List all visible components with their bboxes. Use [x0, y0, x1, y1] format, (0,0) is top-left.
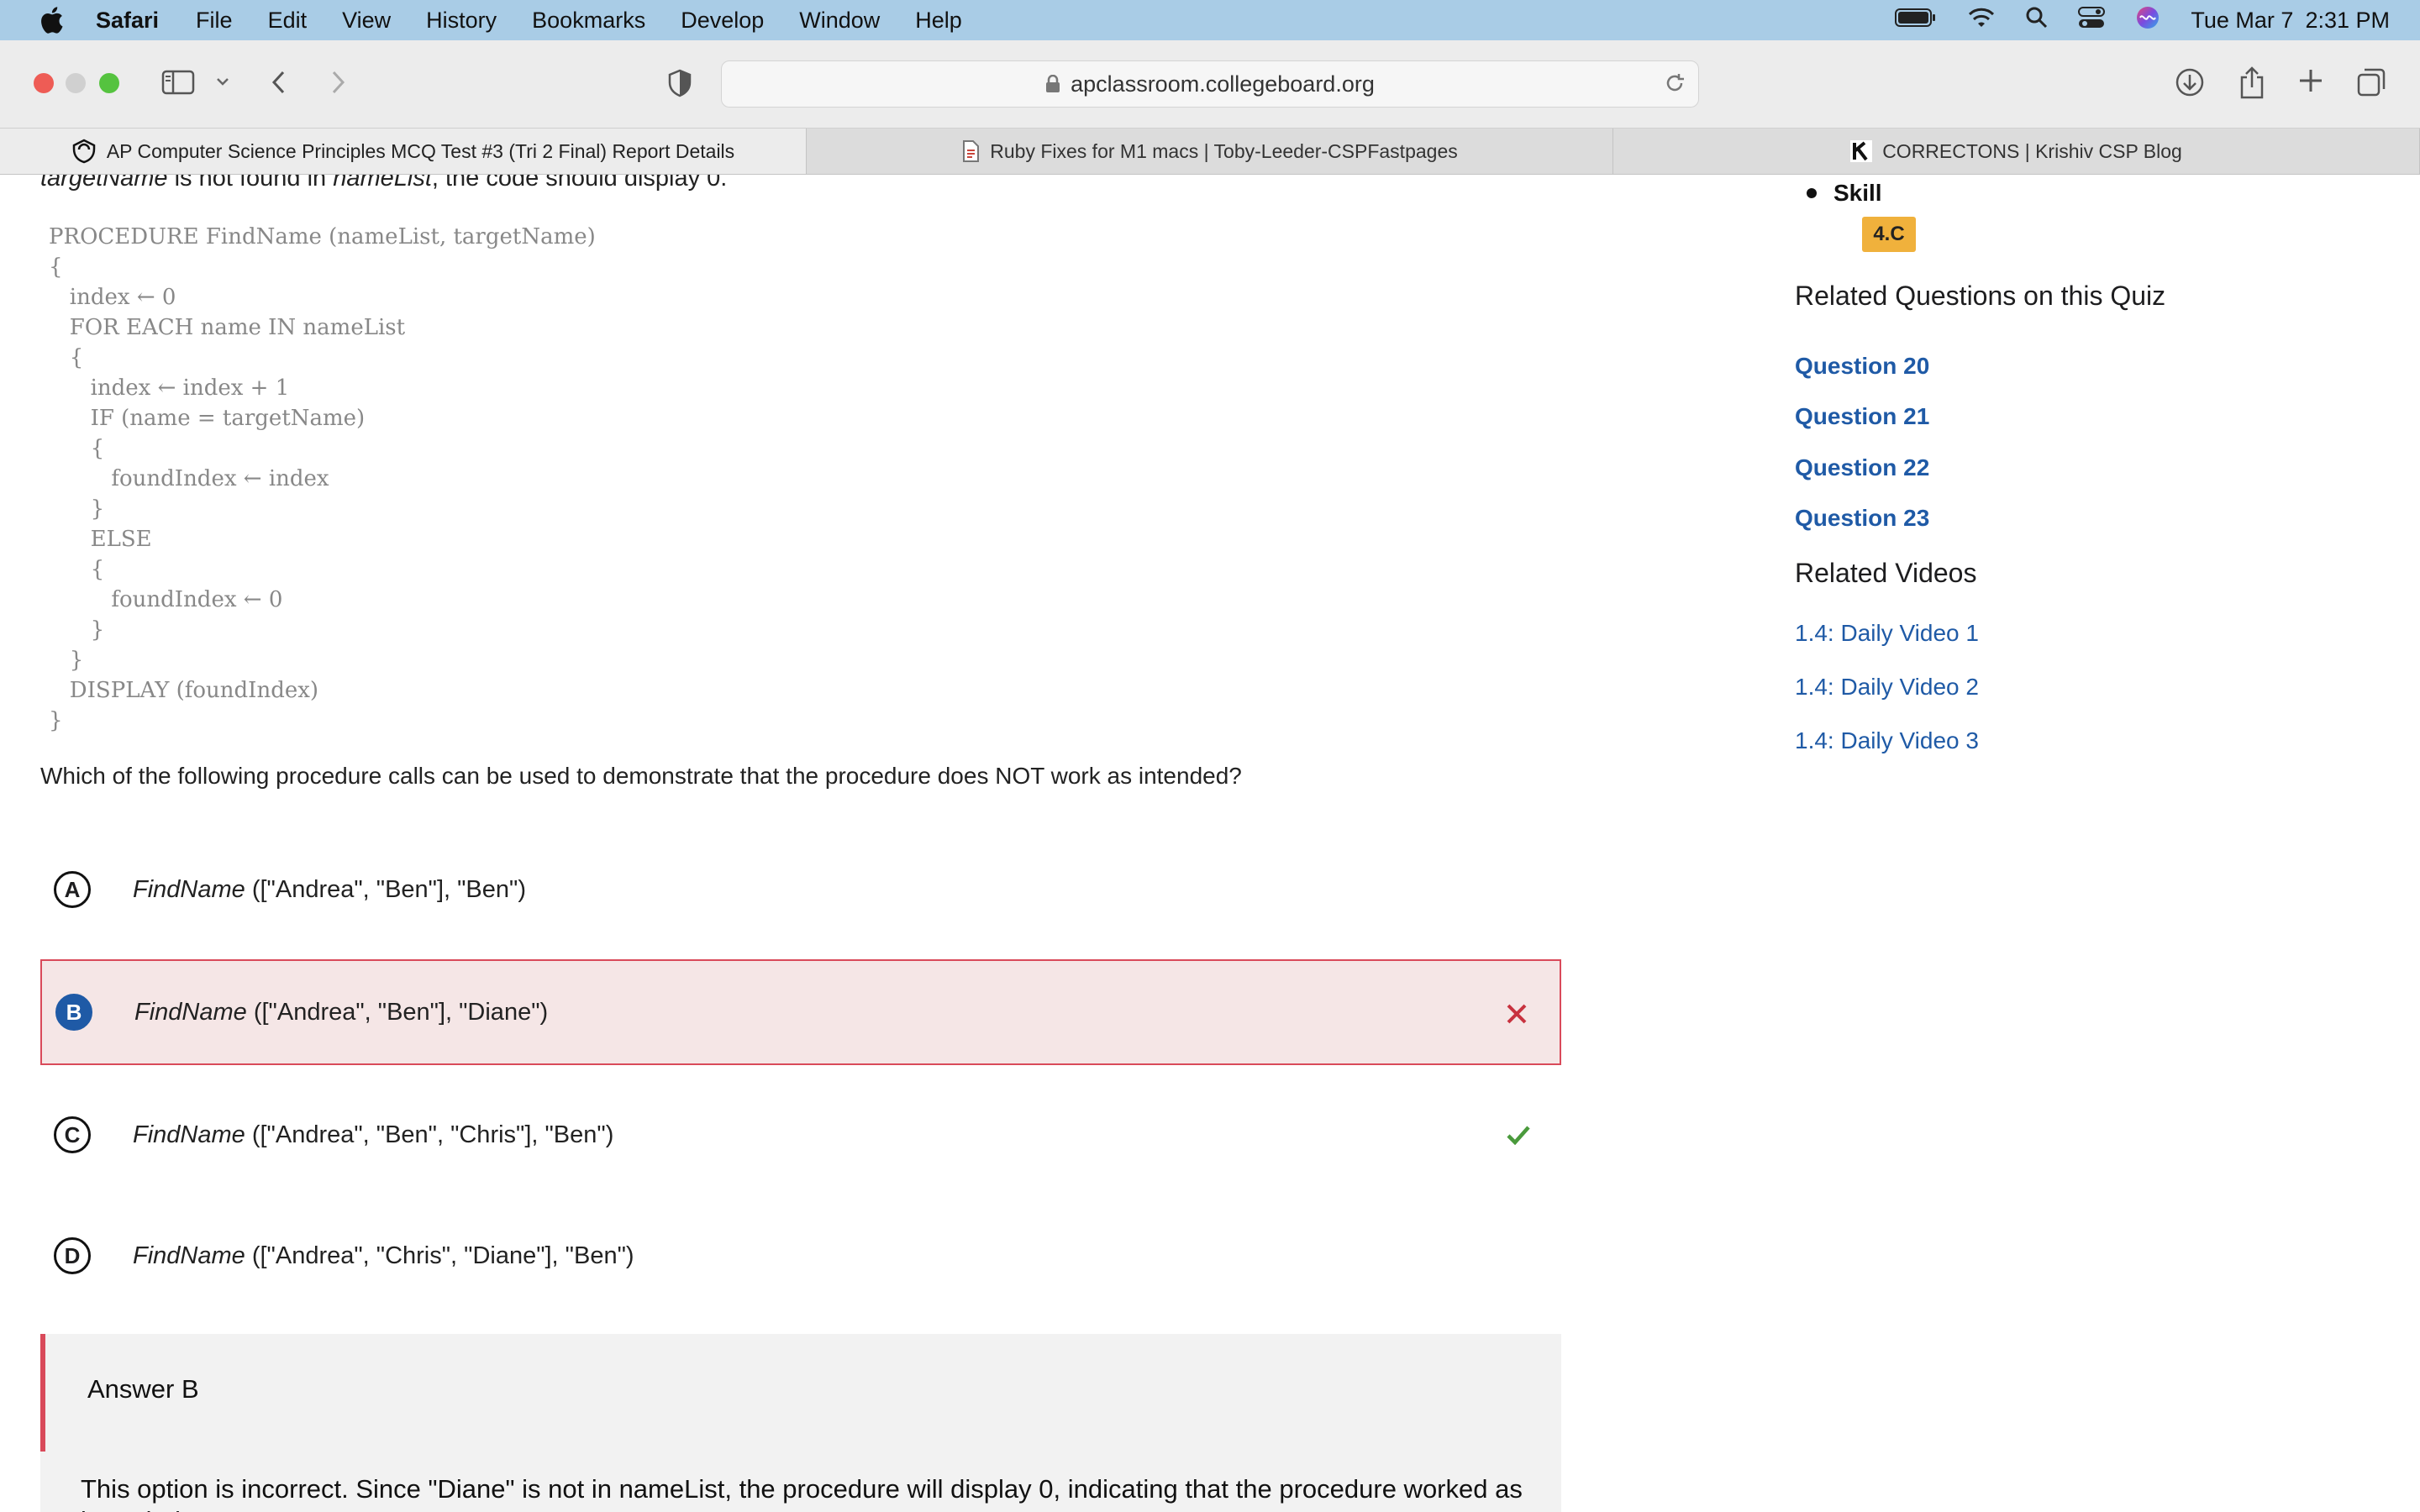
address-bar[interactable]: apclassroom.collegeboard.org — [721, 60, 1699, 108]
choice-text: FindName (["Andrea", "Ben"], "Ben") — [133, 876, 526, 904]
clock-date[interactable]: Tue Mar 7 — [2191, 8, 2293, 34]
tab-overview-icon[interactable] — [2356, 67, 2386, 97]
related-videos-heading: Related Videos — [1795, 558, 1977, 588]
choice-letter: B — [55, 994, 92, 1031]
tab-ruby-fixes[interactable]: Ruby Fixes for M1 macs | Toby-Leeder-CSP… — [807, 129, 1613, 174]
tab-corrections-blog[interactable]: CORRECTONS | Krishiv CSP Blog — [1613, 129, 2420, 174]
answer-heading: Answer B — [87, 1374, 199, 1404]
tab-ap-report[interactable]: AP Computer Science Principles MCQ Test … — [0, 129, 807, 174]
siri-icon[interactable] — [2135, 5, 2160, 36]
share-icon[interactable] — [2238, 66, 2265, 99]
related-question-link[interactable]: Question 22 — [1795, 454, 1929, 481]
chevron-down-icon[interactable] — [215, 76, 230, 87]
choice-letter: C — [54, 1116, 91, 1153]
related-question-link[interactable]: Question 21 — [1795, 403, 1929, 430]
back-arrow-icon[interactable] — [269, 69, 289, 96]
reload-icon[interactable] — [1663, 71, 1686, 101]
sidebar-toggle-icon[interactable] — [161, 69, 195, 96]
skill-label: Skill — [1833, 180, 1882, 206]
clock-time[interactable]: 2:31 PM — [2305, 8, 2390, 34]
skill-badge: 4.C — [1862, 217, 1916, 252]
question-prompt: Which of the following procedure calls c… — [40, 763, 1242, 789]
related-video-link[interactable]: 1.4: Daily Video 1 — [1795, 620, 1979, 647]
window-minimize-button[interactable] — [66, 73, 86, 93]
related-video-link[interactable]: 1.4: Daily Video 2 — [1795, 674, 1979, 701]
correct-check-icon — [1499, 1116, 1538, 1154]
page-icon — [961, 140, 980, 162]
spotlight-search-icon[interactable] — [2026, 7, 2048, 34]
tab-bar: AP Computer Science Principles MCQ Test … — [0, 128, 2420, 175]
downloads-icon[interactable] — [2175, 67, 2205, 97]
page-content: targetName is not found in nameList, the… — [0, 175, 2420, 1512]
menu-edit[interactable]: Edit — [268, 8, 308, 34]
intro-var-list: nameList — [333, 175, 432, 192]
k-logo-icon — [1850, 140, 1873, 162]
wifi-icon[interactable] — [1967, 7, 1996, 34]
choice-args: (["Andrea", "Ben"], "Ben") — [245, 875, 526, 903]
window-close-button[interactable] — [34, 73, 54, 93]
tab-label: AP Computer Science Principles MCQ Test … — [106, 139, 735, 162]
collegeboard-icon — [71, 139, 97, 164]
menu-help[interactable]: Help — [915, 8, 962, 34]
choice-text: FindName (["Andrea", "Chris", "Diane"], … — [133, 1242, 634, 1270]
answer-choice-d[interactable]: D FindName (["Andrea", "Chris", "Diane"]… — [40, 1203, 1561, 1309]
tab-label: CORRECTONS | Krishiv CSP Blog — [1882, 139, 2182, 162]
menu-bookmarks[interactable]: Bookmarks — [532, 8, 645, 34]
choice-func-name: FindName — [134, 998, 247, 1026]
forward-arrow-icon[interactable] — [328, 69, 348, 96]
menu-bar: Safari File Edit View History Bookmarks … — [0, 0, 2420, 40]
battery-icon[interactable] — [1895, 8, 1937, 34]
choice-args: (["Andrea", "Ben", "Chris"], "Ben") — [245, 1121, 614, 1148]
incorrect-accent-bar — [40, 1334, 45, 1452]
answer-choice-a[interactable]: A FindName (["Andrea", "Ben"], "Ben") — [40, 837, 1561, 942]
lock-icon — [1045, 75, 1060, 93]
bullet-icon — [1807, 188, 1817, 198]
tab-label: Ruby Fixes for M1 macs | Toby-Leeder-CSP… — [990, 139, 1458, 162]
apple-icon[interactable] — [32, 1, 71, 39]
answer-choice-c[interactable]: C FindName (["Andrea", "Ben", "Chris"], … — [40, 1082, 1561, 1188]
menu-window[interactable]: Window — [799, 8, 880, 34]
choice-letter: D — [54, 1237, 91, 1274]
choice-args: (["Andrea", "Chris", "Diane"], "Ben") — [245, 1242, 634, 1269]
menu-develop[interactable]: Develop — [681, 8, 764, 34]
related-video-link[interactable]: 1.4: Daily Video 3 — [1795, 727, 1979, 754]
incorrect-x-icon — [1497, 995, 1536, 1033]
menu-app-name[interactable]: Safari — [96, 8, 159, 34]
related-question-link[interactable]: Question 23 — [1795, 505, 1929, 532]
related-questions-heading: Related Questions on this Quiz — [1795, 281, 2166, 311]
answer-explanation-text: This option is incorrect. Since "Diane" … — [81, 1474, 1523, 1512]
skill-item: Skill — [1807, 180, 1882, 207]
menu-history[interactable]: History — [426, 8, 497, 34]
choice-text: FindName (["Andrea", "Ben", "Chris"], "B… — [133, 1121, 613, 1149]
new-tab-plus-icon[interactable] — [2297, 67, 2324, 94]
control-center-icon[interactable] — [2078, 6, 2106, 35]
menu-file[interactable]: File — [196, 8, 233, 34]
intro-text-end: , the code should display 0. — [431, 175, 728, 192]
related-question-link[interactable]: Question 20 — [1795, 353, 1929, 380]
intro-var-target: targetName — [40, 175, 168, 192]
choice-args: (["Andrea", "Ben"], "Diane") — [246, 998, 549, 1026]
menu-view[interactable]: View — [342, 8, 391, 34]
question-intro: targetName is not found in nameList, the… — [40, 175, 727, 192]
choice-func-name: FindName — [133, 875, 245, 903]
answer-choice-b[interactable]: B FindName (["Andrea", "Ben"], "Diane") — [40, 959, 1561, 1065]
choice-func-name: FindName — [133, 1121, 245, 1148]
window-zoom-button[interactable] — [99, 73, 119, 93]
choice-letter: A — [54, 871, 91, 908]
choice-func-name: FindName — [133, 1242, 245, 1269]
procedure-code-block: PROCEDURE FindName (nameList, targetName… — [49, 224, 596, 733]
address-bar-url: apclassroom.collegeboard.org — [1071, 71, 1375, 97]
answer-explanation-panel: Answer B This option is incorrect. Since… — [40, 1334, 1561, 1512]
intro-text: is not found in — [167, 175, 334, 192]
choice-text: FindName (["Andrea", "Ben"], "Diane") — [134, 999, 548, 1026]
privacy-shield-icon[interactable] — [667, 69, 692, 97]
